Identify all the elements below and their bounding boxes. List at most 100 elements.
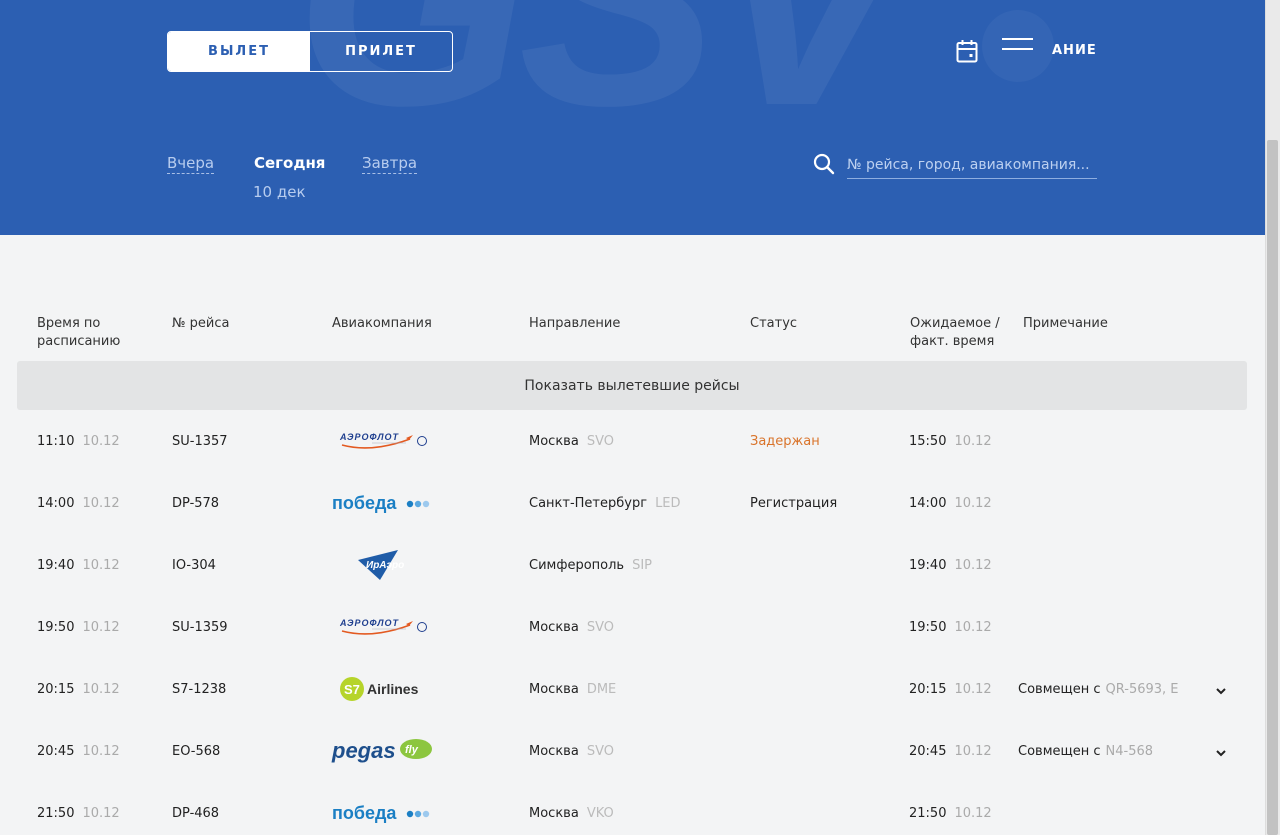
tab-departures[interactable]: ВЫЛЕТ [168,32,310,71]
svg-text:fly: fly [405,744,419,756]
expected-date: 10.12 [954,682,992,697]
watermark-logo: GSV [295,0,909,168]
col-airline: Авиакомпания [332,316,432,331]
schedule-link[interactable]: АНИЕ [1052,43,1097,58]
flight-number[interactable]: S7-1238 [172,682,226,697]
chevron-down-icon[interactable] [1214,746,1228,760]
codeshare-codes: QR-5693, E [1105,682,1179,697]
s7-logo: S7 Airlines [330,674,434,704]
scheduled-time: 20:15 10.12 [37,682,120,697]
destination-city: Москва [529,806,579,821]
scheduled-date: 10.12 [82,682,120,697]
pobeda-logo: победа [330,798,434,828]
pobeda-logo: победа [330,488,434,518]
flight-number[interactable]: SU-1359 [172,620,228,635]
codeshare-codes: N4-568 [1105,744,1154,759]
chevron-down-icon[interactable] [1214,684,1228,698]
expected-time: 20:15 10.12 [909,682,992,697]
flight-number[interactable]: DP-468 [172,806,219,821]
scheduled-time: 14:00 10.12 [37,496,120,511]
svg-text:Airlines: Airlines [367,681,419,697]
scheduled-date: 10.12 [82,744,120,759]
svg-text:победа: победа [332,803,397,823]
today-date: 10 дек [253,183,306,201]
flight-number[interactable]: DP-578 [172,496,219,511]
destination: Москва DME [529,682,616,697]
flight-row[interactable]: 19:40 10.12 IO-304 ИрАэро Симферополь SIP 19… [0,534,1265,596]
tab-arrivals[interactable]: ПРИЛЕТ [310,32,452,71]
aeroflot-logo: АЭРОФЛОТ [330,612,434,642]
flight-search-input[interactable] [847,152,1097,179]
flight-row[interactable]: 14:00 10.12 DP-578 победа Санкт-Петербург L… [0,472,1265,534]
svg-text:S7: S7 [344,682,360,697]
pegas-logo: pegas fly [330,736,434,766]
flight-number[interactable]: SU-1357 [172,434,228,449]
expected-date: 10.12 [954,558,992,573]
flight-status: Регистрация [750,496,838,511]
airport-code: SVO [586,744,614,759]
scheduled-date: 10.12 [82,806,120,821]
col-flight-number: № рейса [172,316,230,331]
col-scheduled-time: Время по расписанию [37,316,121,349]
flight-row[interactable]: 21:50 10.12 DP-468 победа Москва VKO 21:50 10… [0,782,1265,835]
airport-code: SVO [586,434,614,449]
flight-row[interactable]: 20:15 10.12 S7-1238 S7 Airlines Москва DME 2… [0,658,1265,720]
flight-row[interactable]: 19:50 10.12 SU-1359 АЭРОФЛОТ Москва SVO 19:5… [0,596,1265,658]
airport-code: SIP [632,558,653,573]
show-departed-button[interactable]: Показать вылетевшие рейсы [17,361,1247,410]
expected-date: 10.12 [954,806,992,821]
hamburger-menu-icon[interactable] [1002,38,1033,54]
svg-text:ИрАэро: ИрАэро [366,560,404,571]
scheduled-time: 11:10 10.12 [37,434,120,449]
calendar-icon[interactable] [956,39,978,63]
expected-time: 21:50 10.12 [909,806,992,821]
scheduled-date: 10.12 [82,558,120,573]
col-status: Статус [750,316,798,331]
destination-city: Москва [529,620,579,635]
expected-time: 19:40 10.12 [909,558,992,573]
destination: Москва SVO [529,744,614,759]
expected-time: 14:00 10.12 [909,496,992,511]
flight-status: Задержан [750,434,820,449]
airport-code: DME [586,682,617,697]
aeroflot-logo: АЭРОФЛОТ [330,426,434,456]
expected-time: 15:50 10.12 [909,434,992,449]
svg-text:победа: победа [332,493,397,513]
flight-row[interactable]: 11:10 10.12 SU-1357 АЭРОФЛОТ Москва SVO Заде… [0,410,1265,472]
destination-city: Москва [529,682,579,697]
svg-text:АЭРОФЛОТ: АЭРОФЛОТ [339,618,400,628]
expected-date: 10.12 [954,744,992,759]
destination: Москва SVO [529,620,614,635]
scheduled-time: 19:50 10.12 [37,620,120,635]
svg-text:pegas: pegas [331,738,396,763]
scheduled-time: 21:50 10.12 [37,806,120,821]
scheduled-date: 10.12 [82,434,120,449]
iraero-logo: ИрАэро [330,550,434,580]
flight-row[interactable]: 20:45 10.12 EO-568 pegas fly Москва SVO 20:4… [0,720,1265,782]
day-today[interactable]: Сегодня [254,154,325,172]
flight-board-header: GSV ВЫЛЕТ ПРИЛЕТ АНИЕ Вчера Сегодня Завт… [0,0,1265,235]
direction-toggle: ВЫЛЕТ ПРИЛЕТ [167,31,453,72]
expected-time: 19:50 10.12 [909,620,992,635]
scheduled-date: 10.12 [82,496,120,511]
destination-city: Москва [529,434,579,449]
destination: Москва SVO [529,434,614,449]
destination: Симферополь SIP [529,558,652,573]
col-note: Примечание [1023,316,1108,331]
search-icon[interactable] [813,153,835,175]
scheduled-date: 10.12 [82,620,120,635]
expected-date: 10.12 [954,496,992,511]
flight-number[interactable]: EO-568 [172,744,220,759]
destination-city: Симферополь [529,558,625,573]
scheduled-time: 19:40 10.12 [37,558,120,573]
day-yesterday[interactable]: Вчера [167,154,215,174]
expected-date: 10.12 [954,434,992,449]
flight-number[interactable]: IO-304 [172,558,216,573]
scheduled-time: 20:45 10.12 [37,744,120,759]
day-tomorrow[interactable]: Завтра [362,154,418,174]
scrollbar-thumb[interactable] [1267,140,1278,835]
airport-code: VKO [586,806,614,821]
airport-code: LED [655,496,681,511]
expected-time: 20:45 10.12 [909,744,992,759]
col-expected-time: Ожидаемое / факт. время [910,316,1000,349]
